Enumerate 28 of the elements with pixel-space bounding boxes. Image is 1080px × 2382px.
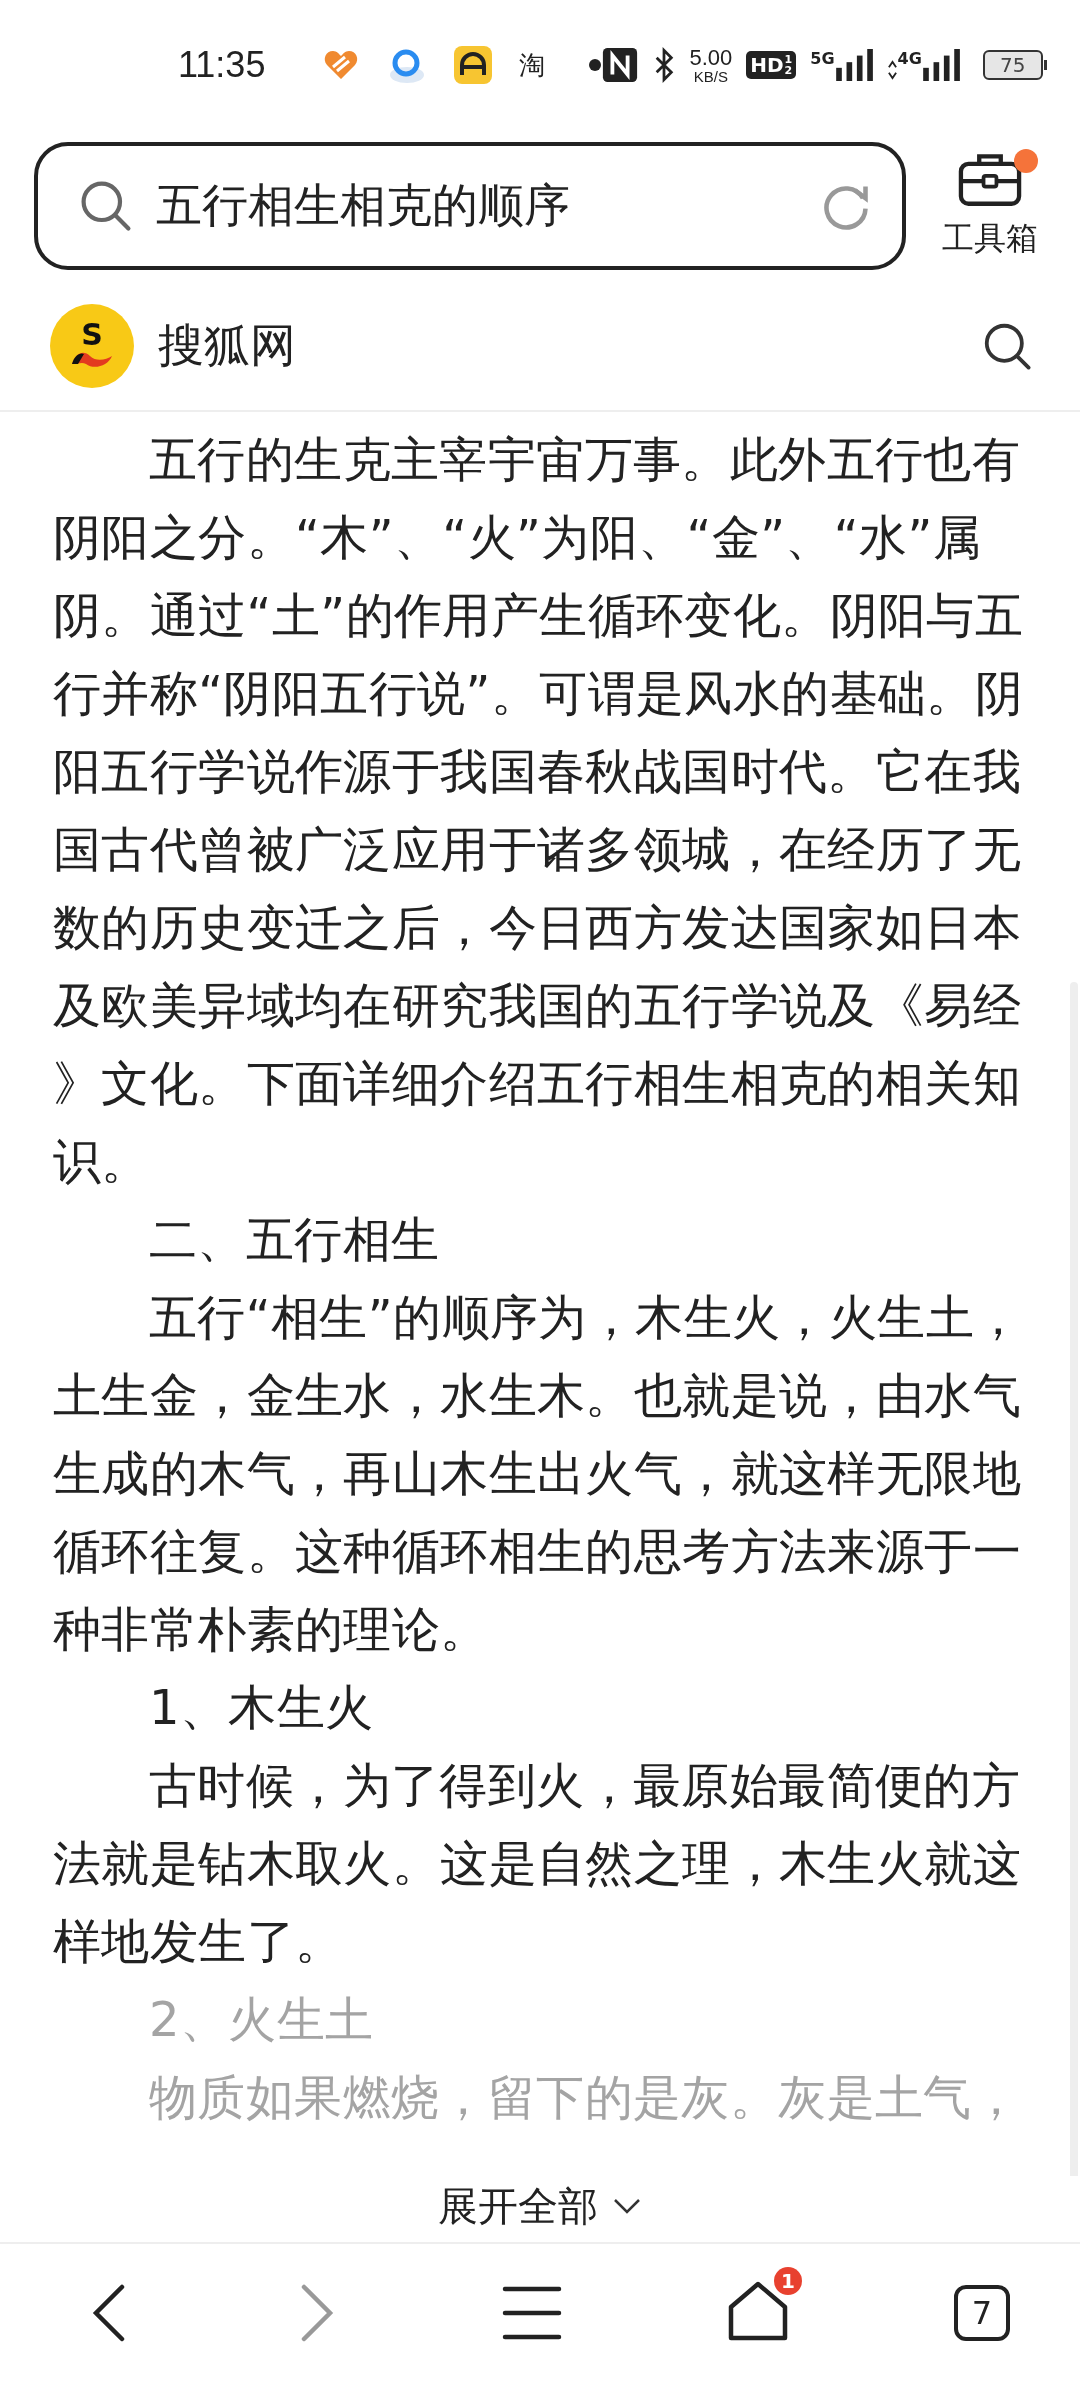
notification-badge: 1 xyxy=(774,2267,802,2295)
paragraph: 古时候，为了得到火，最原始最简便的方法就是钻木取火。这是自然之理，木生火就这样地发生了。 xyxy=(53,1756,1022,1971)
speed-unit: KB/S xyxy=(693,68,728,84)
site-name: 搜狐网 xyxy=(158,317,297,374)
taobao-label: 淘 xyxy=(519,48,546,82)
chevron-down-icon xyxy=(612,2196,642,2216)
bluetooth-icon xyxy=(653,46,676,84)
network-speed: 5.00 xyxy=(689,46,733,69)
toolbox-icon xyxy=(957,151,1023,207)
notification-dot-icon xyxy=(589,59,602,71)
toolbox-button[interactable]: 工具箱 xyxy=(942,151,1038,261)
paragraph: 五行的生克主宰宇宙万事。此外五行也有阴阳之分。“木”、“火”为阳、“金”、“水”属阴。通过“土”的作用产生循环变化。阴阳与五行并称“阴阳五行说”。可谓是风水的基础。阴阳五行学说作源于我国春秋战国时代。它在我国古代曾被广泛应用于诸多领城，在经历了无数的历史变迁之后，今日西方发达国家如日本及欧美异域均在研究我国的五行学说及《易经》文化。下面详细介绍五行相生相克的相关知识。 xyxy=(53,430,1025,1191)
paragraph: 二、五行相生 xyxy=(148,1210,441,1269)
data-arrows-icon xyxy=(887,59,897,81)
expand-all-button[interactable]: 展开全部 xyxy=(434,2176,646,2236)
tabs-button[interactable]: 7 xyxy=(954,2285,1010,2341)
paragraph: 物质如果燃烧，留下的是灰。灰是土气， xyxy=(148,2068,1022,2127)
clock-time: 11:35 xyxy=(178,44,266,86)
paragraph: 1、木生火 xyxy=(148,1678,375,1737)
logo-letter: S xyxy=(81,320,103,350)
paragraph: 五行“相生”的顺序为，木生火，火生土，土生金，金生水，水生木。也就是说，由水气生成的木气，再山木生出火气，就这样无限地循环往复。这种循环相生的思考方法来源于一种非常朴素的理论。 xyxy=(53,1288,1024,1659)
signal-bars-icon xyxy=(922,49,961,81)
signal-bars-icon xyxy=(835,49,874,81)
paragraph: 2、火生土 xyxy=(148,1990,375,2049)
network-type: 5G xyxy=(810,49,835,68)
search-field[interactable]: 五行相生相克的顺序 xyxy=(34,142,906,270)
nfc-icon xyxy=(601,46,640,84)
network-type: 4G xyxy=(897,49,922,68)
